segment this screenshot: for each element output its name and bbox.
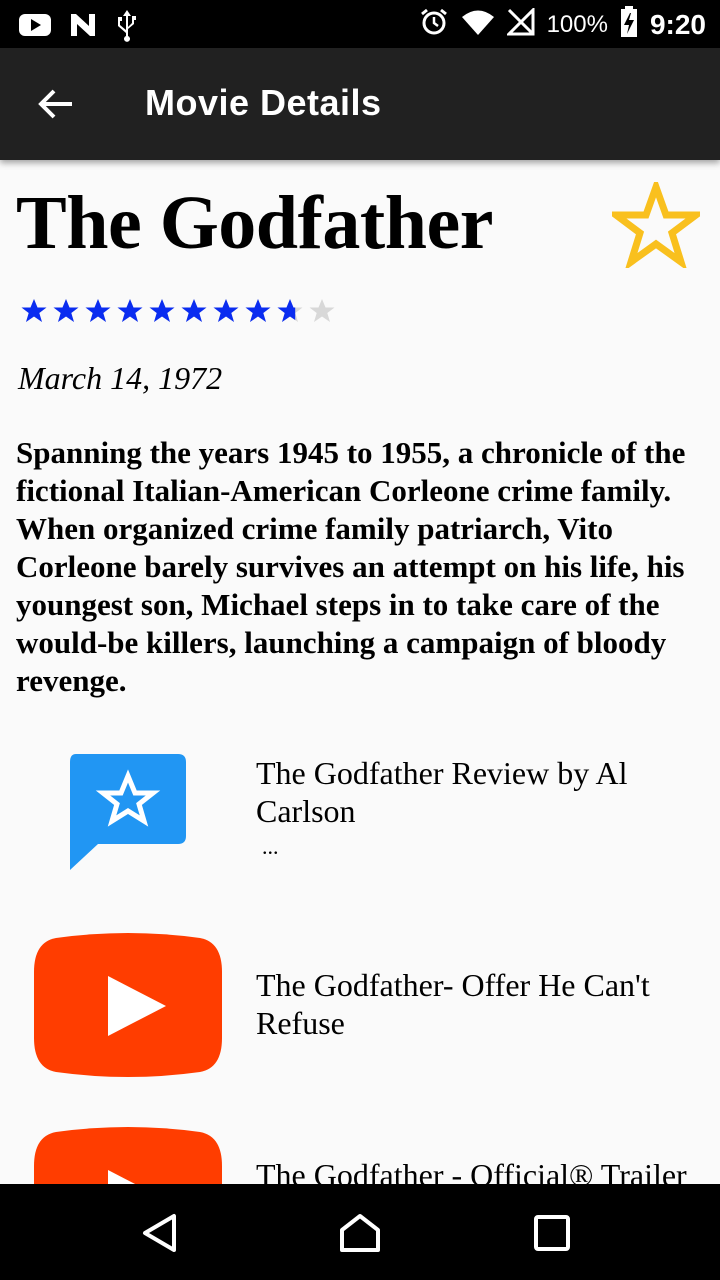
media-subtitle: ...	[262, 834, 279, 859]
usb-icon	[114, 8, 140, 47]
media-title: The Godfather - Official® Trailer [HD]	[256, 1157, 687, 1184]
app-bar: Movie Details	[0, 48, 720, 160]
nav-recents-button[interactable]	[522, 1208, 582, 1258]
rating-star-icon	[213, 299, 239, 322]
media-item-video[interactable]: The Godfather - Official® Trailer [HD]	[0, 1124, 720, 1184]
rating-star-icon	[85, 299, 111, 322]
movie-title: The Godfather	[16, 181, 493, 265]
rating-star-icon	[277, 299, 303, 322]
battery-percent: 100%	[546, 10, 608, 38]
wifi-icon	[461, 8, 495, 41]
battery-charging-icon	[620, 6, 638, 43]
rating-star-icon	[149, 299, 175, 322]
rating-star-icon	[53, 299, 79, 322]
rating-star-icon	[181, 299, 207, 322]
media-item-video[interactable]: The Godfather- Offer He Can't Refuse	[0, 930, 720, 1080]
back-button[interactable]	[30, 82, 82, 126]
youtube-icon	[18, 12, 52, 43]
media-title: The Godfather- Offer He Can't Refuse	[256, 967, 650, 1041]
rating-star-icon	[117, 299, 143, 322]
nav-recents-icon	[534, 1215, 570, 1251]
review-icon	[70, 754, 186, 875]
media-item-review[interactable]: The Godfather Review by Al Carlson ...	[0, 750, 720, 880]
rating-star-icon	[245, 299, 271, 322]
nav-back-icon	[143, 1214, 176, 1252]
media-title: The Godfather Review by Al Carlson	[256, 755, 628, 829]
release-date: March 14, 1972	[18, 360, 223, 396]
star-outline-icon	[605, 176, 707, 271]
movie-details-content[interactable]: The Godfather March 14, 1972 Spanning th…	[0, 160, 720, 1184]
favorite-button[interactable]	[605, 176, 707, 271]
status-bar: 100% 9:20	[0, 0, 720, 48]
movie-overview: Spanning the years 1945 to 1955, a chron…	[16, 435, 686, 698]
arrow-back-icon	[38, 89, 72, 119]
navigation-bar	[0, 1184, 720, 1280]
page-title: Movie Details	[145, 82, 382, 123]
no-signal-icon	[504, 6, 535, 41]
rating-bar	[18, 298, 338, 324]
nav-home-icon	[340, 1214, 380, 1252]
youtube-play-icon	[32, 932, 224, 1083]
alarm-icon	[419, 7, 449, 42]
nav-back-button[interactable]	[130, 1208, 190, 1258]
clock: 9:20	[649, 8, 706, 40]
youtube-play-icon	[32, 1126, 224, 1184]
nav-home-button[interactable]	[330, 1208, 390, 1258]
rating-star-icon	[21, 299, 47, 322]
n-icon	[68, 12, 98, 43]
rating-star-icon	[309, 299, 335, 322]
